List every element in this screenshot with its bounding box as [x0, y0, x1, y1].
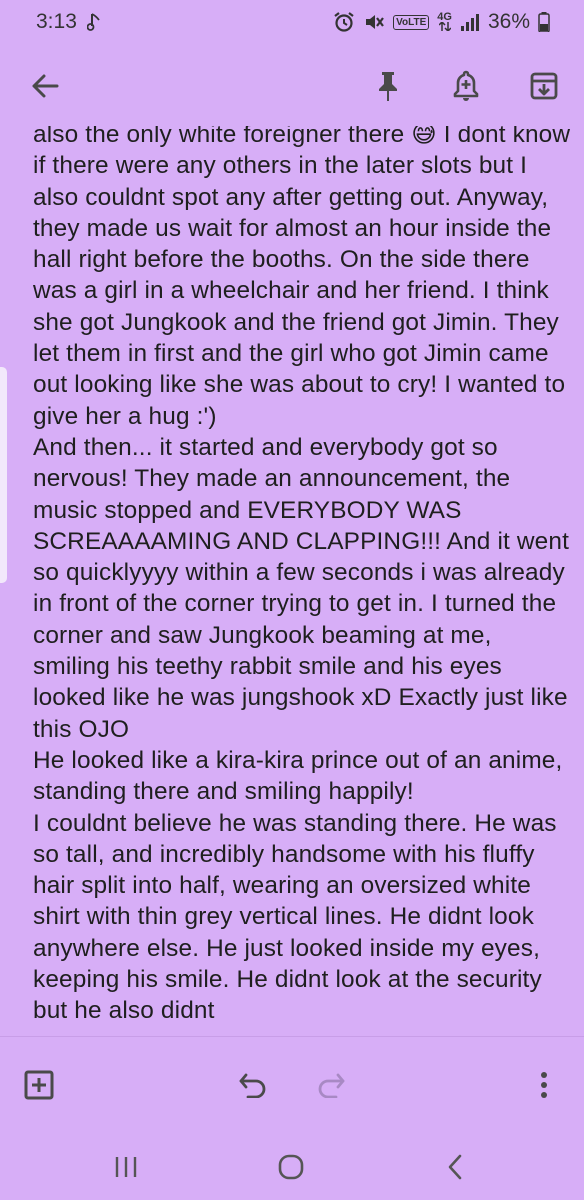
- undo-icon: [239, 1073, 266, 1098]
- bottom-toolbar: [0, 1036, 584, 1134]
- note-content: also the only white foreigner there 😅 I …: [33, 126, 573, 1036]
- arrow-left-icon: [32, 74, 59, 98]
- more-vertical-icon: [541, 1072, 547, 1098]
- note-toolbar: [0, 44, 584, 126]
- archive-icon: [530, 72, 558, 100]
- more-options-button[interactable]: [522, 1063, 566, 1107]
- volte-badge: VoLTE: [393, 14, 430, 30]
- status-time: 3:13: [36, 10, 77, 33]
- reminder-button[interactable]: [442, 62, 490, 110]
- home-button[interactable]: [266, 1142, 316, 1192]
- edge-panel-handle[interactable]: [0, 367, 7, 583]
- pin-button[interactable]: [364, 62, 412, 110]
- signal-icon: [460, 13, 480, 31]
- recents-button[interactable]: [101, 1142, 151, 1192]
- back-button[interactable]: [21, 62, 69, 110]
- network-type: 4G: [437, 11, 452, 33]
- battery-level: 36%: [487, 10, 530, 33]
- archive-button[interactable]: [520, 62, 568, 110]
- battery-icon: [538, 12, 550, 32]
- status-right: VoLTE 4G 36%: [333, 10, 550, 34]
- nav-back-icon: [448, 1154, 462, 1180]
- recents-icon: [115, 1157, 137, 1177]
- nav-back-button[interactable]: [430, 1142, 480, 1192]
- redo-button[interactable]: [309, 1063, 353, 1107]
- data-arrows-icon: [438, 20, 452, 32]
- home-icon: [278, 1154, 304, 1180]
- pin-icon: [379, 72, 397, 101]
- redo-icon: [318, 1073, 345, 1098]
- system-nav-bar: [0, 1134, 584, 1200]
- note-body[interactable]: also the only white foreigner there 😅 I …: [33, 126, 573, 1027]
- bell-plus-icon: [453, 70, 479, 101]
- status-bar: 3:13 VoLTE 4G 36%: [0, 0, 584, 44]
- mute-icon: [363, 12, 385, 32]
- alarm-icon: [333, 11, 355, 33]
- music-note-icon: [86, 12, 101, 32]
- status-left: 3:13: [36, 10, 101, 34]
- add-box-icon: [24, 1070, 54, 1100]
- add-content-button[interactable]: [17, 1063, 61, 1107]
- undo-button[interactable]: [231, 1063, 275, 1107]
